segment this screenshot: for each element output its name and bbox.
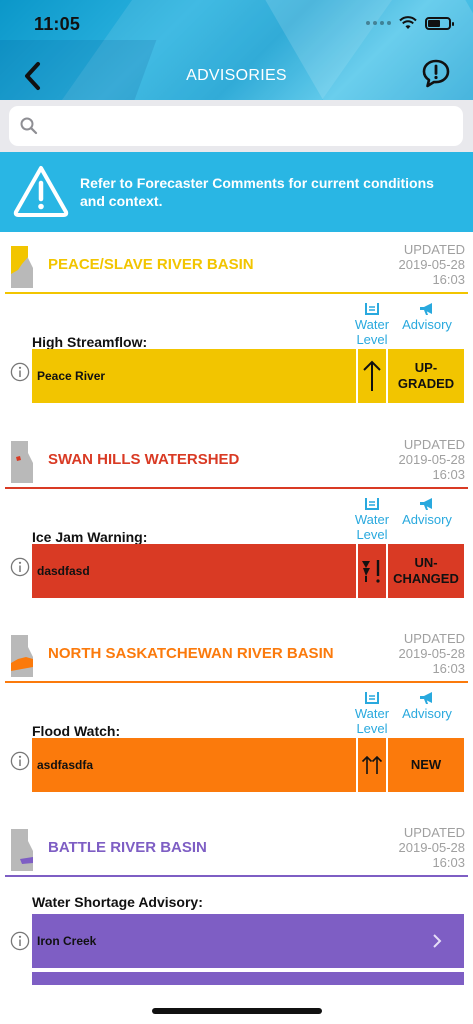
advisory-status: UP- GRADED (397, 360, 455, 391)
advisory-type: High Streamflow: (32, 334, 148, 350)
info-icon[interactable] (10, 751, 30, 771)
basin-header[interactable]: NORTH SASKATCHEWAN RIVER BASIN UPDATED 2… (0, 625, 473, 683)
advisory-type: Ice Jam Warning: (32, 529, 148, 545)
updated-stamp: UPDATED 2019-05-28 16:03 (399, 242, 466, 287)
home-indicator[interactable] (152, 1008, 322, 1014)
basin-divider (5, 487, 468, 489)
water-level-header: Water Level (354, 497, 390, 542)
water-level-icon (365, 303, 379, 315)
advisory-row[interactable]: Peace River UP- GRADED (32, 349, 464, 403)
water-level-trend (358, 544, 386, 598)
chevron-right-icon (433, 934, 442, 948)
wifi-icon (399, 16, 417, 29)
nav-header: 11:05 ADVISORIES (0, 0, 473, 100)
basin-divider (5, 875, 468, 877)
battery-icon (425, 16, 454, 30)
signal-dots-icon (366, 21, 391, 25)
updated-time: 16:03 (432, 467, 465, 482)
updated-time: 16:03 (432, 855, 465, 870)
updated-date: 2019-05-28 (398, 257, 466, 272)
water-level-trend (358, 738, 386, 792)
advisory-header: Advisory (396, 691, 458, 721)
advisory-status: UN- CHANGED (393, 555, 459, 586)
page-title: ADVISORIES (186, 67, 287, 84)
basin-map-icon (11, 635, 33, 677)
updated-time: 16:03 (432, 661, 465, 676)
advisory-row[interactable]: Iron Creek (32, 914, 464, 968)
megaphone-icon (420, 498, 432, 510)
status-time: 11:05 (34, 14, 81, 34)
river-name: Peace River (37, 369, 106, 383)
basin-name: BATTLE RIVER BASIN (48, 839, 207, 856)
search-bar (0, 100, 473, 152)
updated-stamp: UPDATED 2019-05-28 16:03 (399, 825, 466, 870)
search-icon (20, 117, 38, 135)
basin-section-peace-slave: PEACE/SLAVE RIVER BASIN UPDATED 2019-05-… (0, 236, 473, 403)
double-arrow-up-icon (361, 755, 383, 774)
warning-triangle-icon (13, 166, 69, 217)
updated-label: UPDATED (403, 437, 465, 452)
basin-name: SWAN HILLS WATERSHED (48, 451, 240, 468)
water-level-header: Water Level (354, 691, 390, 736)
megaphone-icon (420, 303, 432, 315)
basin-section-north-saskatchewan: NORTH SASKATCHEWAN RIVER BASIN UPDATED 2… (0, 625, 473, 792)
updated-label: UPDATED (403, 631, 465, 646)
basin-map-icon (11, 246, 33, 288)
basin-header[interactable]: BATTLE RIVER BASIN UPDATED 2019-05-28 16… (0, 819, 473, 877)
basin-name: PEACE/SLAVE RIVER BASIN (48, 256, 254, 273)
river-name: asdfasdfa (37, 758, 94, 772)
updated-date: 2019-05-28 (398, 452, 466, 467)
basin-map-icon (11, 441, 33, 483)
water-level-trend (358, 349, 386, 403)
water-level-header: Water Level (354, 302, 390, 347)
basin-section-swan-hills: SWAN HILLS WATERSHED UPDATED 2019-05-28 … (0, 431, 473, 598)
status-icons (366, 16, 454, 30)
basin-divider (5, 681, 468, 683)
banner-text: Refer to Forecaster Comments for current… (80, 175, 434, 209)
basin-divider (5, 292, 468, 294)
megaphone-icon (420, 692, 432, 704)
updated-time: 16:03 (432, 272, 465, 287)
updated-stamp: UPDATED 2019-05-28 16:03 (399, 437, 466, 482)
forecaster-banner[interactable]: Refer to Forecaster Comments for current… (0, 152, 473, 232)
advisory-row-next (32, 972, 464, 985)
advisory-header: Advisory (396, 497, 458, 527)
arrow-up-icon (363, 360, 381, 391)
advisory-type: Flood Watch: (32, 723, 121, 739)
advisory-row[interactable]: dasdfasd UN- CHANGED (32, 544, 464, 598)
search-box[interactable] (9, 106, 463, 146)
updated-label: UPDATED (403, 825, 465, 840)
river-name: Iron Creek (37, 934, 97, 948)
info-icon[interactable] (10, 557, 30, 577)
water-level-icon (365, 498, 379, 510)
updated-date: 2019-05-28 (398, 646, 466, 661)
info-icon[interactable] (10, 931, 30, 951)
info-icon[interactable] (10, 362, 30, 382)
basin-map-icon (11, 829, 33, 871)
search-input[interactable] (47, 112, 447, 140)
comment-alert-icon[interactable] (421, 58, 451, 90)
updated-label: UPDATED (403, 242, 465, 257)
advisory-row[interactable]: asdfasdfa NEW (32, 738, 464, 792)
basin-name: NORTH SASKATCHEWAN RIVER BASIN (48, 645, 334, 662)
advisory-status: NEW (410, 757, 442, 772)
advisory-header: Advisory (396, 302, 458, 332)
basin-header[interactable]: PEACE/SLAVE RIVER BASIN UPDATED 2019-05-… (0, 236, 473, 294)
advisories-screen: 11:05 ADVISORIES Refer to Forecaster Com… (0, 0, 473, 1024)
ice-jam-icon (362, 560, 380, 583)
updated-stamp: UPDATED 2019-05-28 16:03 (399, 631, 466, 676)
water-level-icon (365, 692, 379, 704)
updated-date: 2019-05-28 (398, 840, 466, 855)
advisory-type: Water Shortage Advisory: (32, 894, 203, 910)
river-name: dasdfasd (37, 564, 90, 578)
basin-section-battle-river: BATTLE RIVER BASIN UPDATED 2019-05-28 16… (0, 819, 473, 985)
basin-header[interactable]: SWAN HILLS WATERSHED UPDATED 2019-05-28 … (0, 431, 473, 489)
